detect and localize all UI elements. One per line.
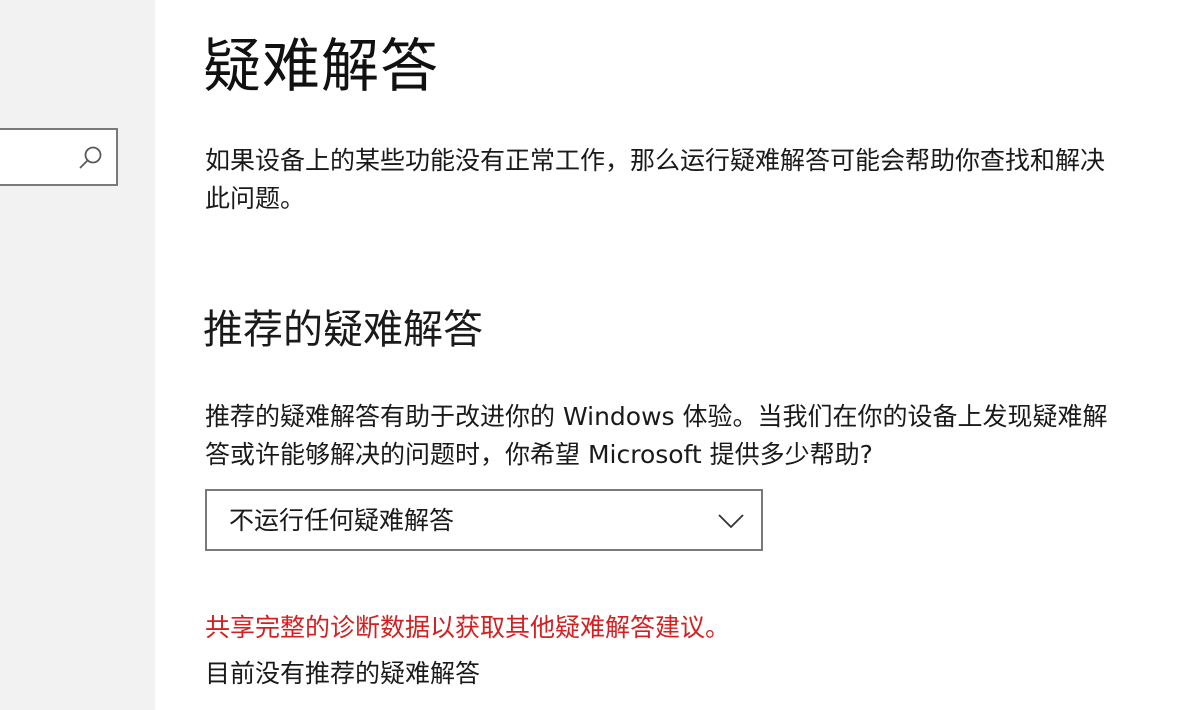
dropdown-selected-value: 不运行任何疑难解答 <box>229 506 455 535</box>
search-icon[interactable] <box>78 145 104 171</box>
chevron-down-icon <box>718 514 744 528</box>
intro-text: 如果设备上的某些功能没有正常工作，那么运行疑难解答可能会帮助你查找和解决此问题。 <box>205 146 1106 213</box>
no-recommended-status: 目前没有推荐的疑难解答 <box>205 659 481 688</box>
settings-sidebar <box>0 0 155 710</box>
main-content: 疑难解答 如果设备上的某些功能没有正常工作，那么运行疑难解答可能会帮助你查找和解… <box>155 0 1200 710</box>
recommended-description: 推荐的疑难解答有助于改进你的 Windows 体验。当我们在你的设备上发现疑难解… <box>205 402 1108 469</box>
page-title: 疑难解答 <box>203 32 440 100</box>
recommended-heading: 推荐的疑难解答 <box>203 307 483 353</box>
search-box[interactable] <box>0 128 118 186</box>
settings-window: 疑难解答 如果设备上的某些功能没有正常工作，那么运行疑难解答可能会帮助你查找和解… <box>0 0 1200 710</box>
diagnostic-data-link[interactable]: 共享完整的诊断数据以获取其他疑难解答建议。 <box>205 610 730 646</box>
troubleshoot-dropdown[interactable]: 不运行任何疑难解答 <box>205 489 763 551</box>
